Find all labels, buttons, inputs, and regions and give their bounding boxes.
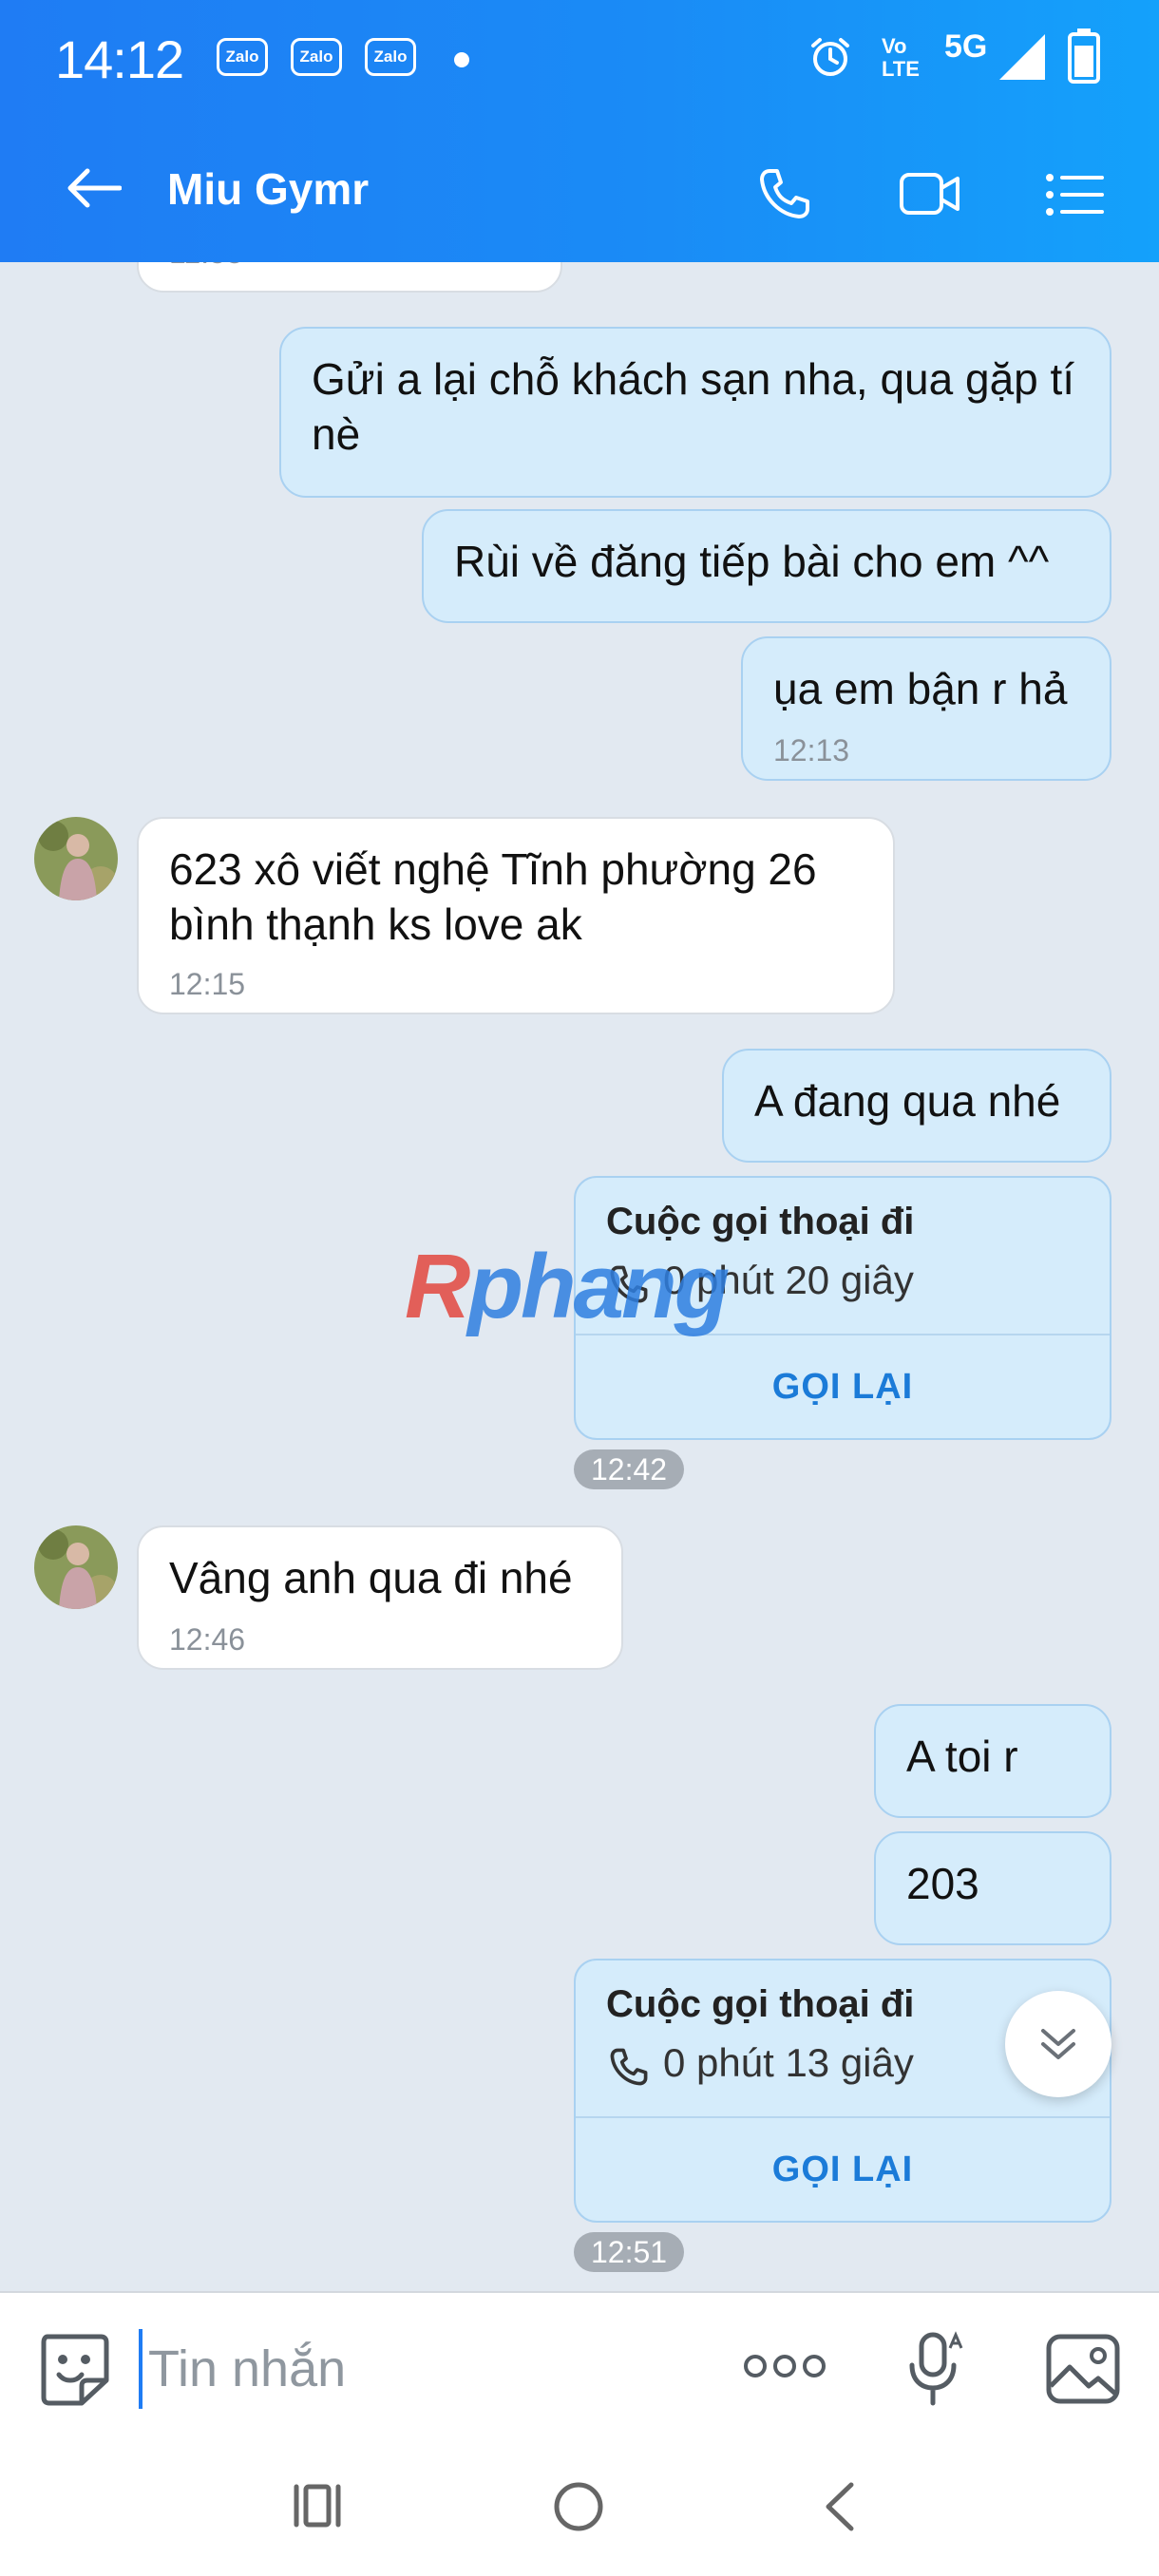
message-bubble-incoming[interactable]: 623 xô viết nghệ Tĩnh phường 26 bình thạ… bbox=[137, 817, 895, 1014]
zalo-notification-badge: Zalo bbox=[365, 38, 416, 76]
composer-bar bbox=[0, 2291, 1159, 2443]
message-time: 12:13 bbox=[773, 733, 850, 767]
zalo-notification-badge: Zalo bbox=[291, 38, 342, 76]
message-time: 12:46 bbox=[169, 1622, 246, 1657]
voice-icon[interactable] bbox=[908, 2331, 965, 2407]
home-icon[interactable] bbox=[553, 2481, 604, 2532]
message-text: 203 bbox=[906, 1859, 979, 1908]
menu-list-icon[interactable] bbox=[1045, 173, 1104, 217]
watermark-r: R bbox=[405, 1236, 470, 1337]
message-text: Vâng anh qua đi nhé bbox=[169, 1553, 573, 1602]
message-text: Rùi về đăng tiếp bài cho em ^^ bbox=[454, 537, 1050, 586]
message-text: A toi r bbox=[906, 1732, 1018, 1781]
avatar-image bbox=[34, 1525, 118, 1609]
message-text: ụa em bận r hả bbox=[773, 664, 1068, 713]
call-back-button[interactable]: GỌI LẠI bbox=[576, 1335, 1110, 1438]
more-icon[interactable] bbox=[743, 2352, 826, 2380]
conversation-title[interactable]: Miu Gymr bbox=[167, 163, 369, 215]
back-icon[interactable] bbox=[821, 2481, 859, 2532]
message-text: 623 xô viết nghệ Tĩnh phường 26 bình thạ… bbox=[169, 844, 817, 949]
message-bubble-incoming[interactable]: 11:58 bbox=[137, 262, 562, 293]
double-chevron-down-icon bbox=[1041, 2029, 1075, 2059]
alarm-icon bbox=[811, 38, 849, 76]
chat-header: 14:12 Zalo Zalo Zalo Vo LTE 5G Miu Gymr bbox=[0, 0, 1159, 262]
contact-avatar[interactable] bbox=[34, 1525, 118, 1609]
message-bubble-outgoing[interactable]: 203 bbox=[874, 1831, 1112, 1945]
message-bubble-incoming[interactable]: Vâng anh qua đi nhé 12:46 bbox=[137, 1525, 623, 1670]
signal-icon bbox=[999, 34, 1045, 80]
message-input[interactable] bbox=[139, 2329, 709, 2409]
time-pill: 12:51 bbox=[574, 2232, 685, 2272]
back-arrow-icon[interactable] bbox=[65, 167, 122, 209]
status-time: 14:12 bbox=[55, 29, 184, 89]
volte-label: Vo bbox=[882, 34, 907, 58]
sticker-icon[interactable] bbox=[38, 2331, 110, 2407]
time-pill: 12:42 bbox=[574, 1449, 685, 1489]
recent-apps-icon[interactable] bbox=[293, 2483, 342, 2529]
call-back-button[interactable]: GỌI LẠI bbox=[576, 2118, 1110, 2221]
scroll-to-bottom-button[interactable] bbox=[1005, 1991, 1112, 2097]
message-bubble-outgoing[interactable]: A toi r bbox=[874, 1704, 1112, 1818]
system-navigation-bar bbox=[0, 2443, 1159, 2576]
avatar-image bbox=[34, 817, 118, 900]
phone-icon[interactable] bbox=[756, 165, 813, 222]
image-icon[interactable] bbox=[1045, 2333, 1121, 2405]
message-bubble-outgoing[interactable]: A đang qua nhé bbox=[722, 1049, 1112, 1163]
message-time: 12:15 bbox=[169, 967, 246, 1001]
message-text: A đang qua nhé bbox=[754, 1076, 1061, 1126]
message-text: Gửi a lại chỗ khách sạn nha, qua gặp tí … bbox=[312, 354, 1075, 459]
message-bubble-outgoing[interactable]: Rùi về đăng tiếp bài cho em ^^ bbox=[422, 509, 1112, 623]
message-bubble-outgoing[interactable]: ụa em bận r hả 12:13 bbox=[741, 636, 1112, 781]
watermark-text: phang bbox=[467, 1236, 730, 1337]
network-type: 5G bbox=[944, 28, 988, 65]
message-time: 11:58 bbox=[169, 262, 243, 270]
call-duration: 0 phút 13 giây bbox=[663, 2040, 914, 2085]
battery-icon bbox=[1068, 28, 1100, 84]
zalo-notification-badge: Zalo bbox=[217, 38, 268, 76]
video-call-icon[interactable] bbox=[899, 169, 961, 218]
phone-outgoing-icon bbox=[610, 2048, 648, 2086]
notification-dot bbox=[454, 52, 469, 67]
lte-label: LTE bbox=[882, 57, 920, 81]
contact-avatar[interactable] bbox=[34, 817, 118, 900]
watermark-logo: Rphang bbox=[405, 1235, 730, 1339]
message-bubble-outgoing[interactable]: Gửi a lại chỗ khách sạn nha, qua gặp tí … bbox=[279, 327, 1112, 498]
call-title: Cuộc gọi thoại đi bbox=[606, 1983, 915, 2025]
